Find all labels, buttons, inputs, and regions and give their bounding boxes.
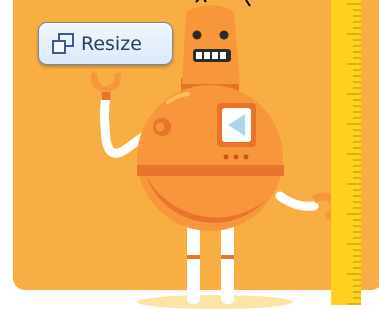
right-eye [219, 30, 229, 40]
left-eye [192, 30, 202, 40]
resize-icon [52, 32, 74, 54]
left-claw [90, 72, 122, 92]
body-stripe [137, 165, 284, 176]
resize-label: Resize [81, 32, 142, 55]
floor-shadow [137, 295, 293, 309]
left-leg [187, 222, 200, 304]
resize-button[interactable]: Resize [38, 22, 173, 65]
robot-body [137, 85, 283, 231]
right-leg [221, 222, 234, 304]
height-ruler [331, 0, 361, 305]
right-arm [275, 191, 319, 211]
head-antenna [195, 0, 207, 3]
top-mark [245, 0, 251, 7]
robot-head [182, 5, 240, 84]
